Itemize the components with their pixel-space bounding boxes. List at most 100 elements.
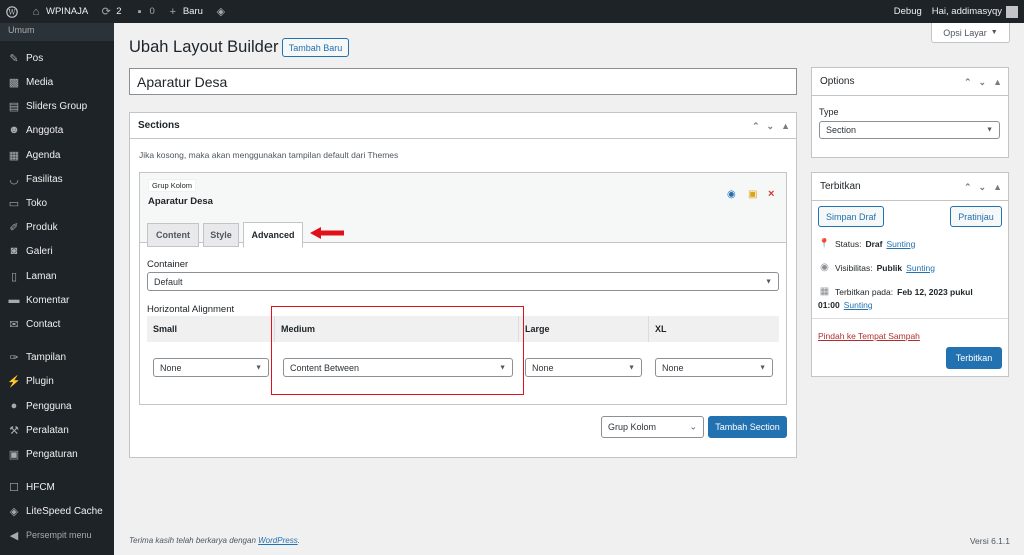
sidebar-item-persempit-menu[interactable]: ◀ Persempit menu — [0, 524, 114, 546]
sidebar-item-produk[interactable]: ✐ Produk — [0, 216, 114, 238]
wordpress-logo-menu[interactable]: W — [0, 0, 24, 23]
publish-on-value: Feb 12, 2023 pukul — [897, 286, 973, 297]
sidebar-item-peralatan[interactable]: ⚒ Peralatan — [0, 419, 114, 441]
divider — [812, 318, 1008, 319]
footer-thanks-text: Terima kasih telah berkarya dengan — [129, 536, 256, 545]
publish-button[interactable]: Terbitkan — [946, 347, 1002, 369]
save-draft-button[interactable]: Simpan Draf — [818, 206, 884, 227]
column-header-xl: XL — [649, 316, 779, 342]
screen-options-button[interactable]: Opsi Layar ▼ — [931, 23, 1010, 43]
tab-style[interactable]: Style — [203, 223, 239, 247]
toggle-panel-icon[interactable]: ▲ — [993, 182, 1002, 192]
sidebar-item-toko[interactable]: ▭ Toko — [0, 192, 114, 214]
sidebar-item-label: Galeri — [26, 245, 53, 257]
sidebar-item-galeri[interactable]: ◙ Galeri — [0, 240, 114, 262]
move-down-icon[interactable]: ⌄ — [979, 77, 987, 88]
sidebar-item-label: Pengaturan — [26, 448, 78, 460]
new-label: Baru — [182, 6, 203, 17]
eye-icon[interactable]: ◉ — [727, 189, 736, 200]
sidebar-item-agenda[interactable]: ▦ Agenda — [0, 144, 114, 166]
sidebar-item-pos[interactable]: ✎ Pos — [0, 47, 114, 69]
delete-icon[interactable]: × — [768, 188, 774, 200]
updates-menu[interactable]: ⟳ 2 — [94, 0, 127, 23]
tab-advanced[interactable]: Advanced — [243, 222, 303, 248]
diamond-icon: ◈ — [216, 5, 226, 18]
caret-down-icon: ▼ — [759, 364, 766, 371]
toggle-panel-icon[interactable]: ▲ — [781, 121, 790, 131]
calendar-icon: ▦ — [8, 149, 20, 162]
sidebar-item-label: Peralatan — [26, 424, 69, 436]
sidebar-item-fasilitas[interactable]: ◡ Fasilitas — [0, 168, 114, 190]
sidebar-item-pengguna[interactable]: ● Pengguna — [0, 395, 114, 417]
large-alignment-select[interactable]: None ▼ — [525, 358, 642, 377]
copy-icon[interactable]: ▣ — [748, 189, 757, 200]
status-row: 📍 Status: Draf Sunting — [818, 238, 915, 249]
sidebar-item-label: Persempit menu — [26, 530, 92, 540]
caret-down-icon: ▼ — [255, 364, 262, 371]
comment-icon: ▬ — [8, 294, 20, 306]
section-name: Aparatur Desa — [148, 196, 213, 207]
account-menu[interactable]: Hai, addimasyqy — [932, 5, 1018, 18]
comments-menu[interactable]: ▪ 0 — [128, 0, 161, 23]
sidebar-item-laman[interactable]: ▯ Laman — [0, 265, 114, 287]
sidebar-item-label: Fasilitas — [26, 173, 63, 185]
sidebar-item-komentar[interactable]: ▬ Komentar — [0, 289, 114, 311]
edit-status-link[interactable]: Sunting — [886, 239, 915, 249]
move-up-icon[interactable]: ⌃ — [964, 77, 972, 88]
add-section-button[interactable]: Tambah Section — [708, 416, 787, 438]
container-select[interactable]: Default ▼ — [147, 272, 779, 291]
chevron-down-icon: ⌄ — [689, 421, 697, 432]
sidebar-item-umum[interactable]: Umum — [0, 23, 114, 41]
edit-visibility-link[interactable]: Sunting — [906, 263, 935, 273]
tab-content[interactable]: Content — [147, 223, 199, 247]
xl-alignment-select[interactable]: None ▼ — [655, 358, 773, 377]
move-up-icon[interactable]: ⌃ — [752, 121, 760, 132]
add-new-button[interactable]: Tambah Baru — [282, 38, 349, 57]
litespeed-menu[interactable]: ◈ — [209, 0, 233, 23]
status-value: Draf — [865, 238, 883, 249]
move-down-icon[interactable]: ⌄ — [767, 121, 775, 132]
sidebar-item-tampilan[interactable]: ✑ Tampilan — [0, 346, 114, 368]
status-label: Status: — [835, 238, 862, 249]
publish-time: 01:00 — [818, 300, 840, 310]
sidebar-item-sliders-group[interactable]: ▤ Sliders Group — [0, 95, 114, 117]
site-name-menu[interactable]: ⌂ WPINAJA — [24, 0, 94, 23]
sidebar-item-media[interactable]: ▩ Media — [0, 71, 114, 93]
settings-icon: ▣ — [8, 448, 20, 461]
trash-link[interactable]: Pindah ke Tempat Sampah — [818, 331, 920, 341]
mail-icon: ✉ — [9, 318, 19, 331]
wordpress-logo-icon: W — [6, 5, 18, 18]
preview-button[interactable]: Pratinjau — [950, 206, 1002, 227]
slides-icon: ▤ — [8, 100, 20, 113]
sidebar-item-contact[interactable]: ✉ Contact — [0, 313, 114, 335]
publish-date-row: ▦ Terbitkan pada: Feb 12, 2023 pukul — [818, 286, 973, 297]
publish-time-row: 01:00 Sunting — [818, 300, 873, 310]
edit-date-link[interactable]: Sunting — [844, 300, 873, 310]
move-up-icon[interactable]: ⌃ — [964, 182, 972, 193]
debug-menu[interactable]: Debug — [894, 6, 922, 17]
wordpress-link[interactable]: WordPress — [258, 536, 298, 545]
type-select[interactable]: Section ▼ — [819, 121, 1000, 139]
new-content-menu[interactable]: + Baru — [161, 0, 209, 23]
comment-icon: ▪ — [137, 5, 142, 18]
group-tag: Grup Kolom — [148, 179, 197, 192]
xl-alignment-value: None — [662, 362, 684, 373]
highlight-box — [271, 306, 524, 395]
caret-down-icon: ▼ — [628, 364, 635, 371]
post-title-input[interactable]: Aparatur Desa — [129, 68, 797, 95]
toggle-panel-icon[interactable]: ▲ — [993, 77, 1002, 87]
sidebar-item-plugin[interactable]: ⚡ Plugin — [0, 370, 114, 392]
move-down-icon[interactable]: ⌄ — [979, 182, 987, 193]
sidebar-item-hfcm[interactable]: ☐ HFCM — [0, 476, 114, 498]
small-alignment-select[interactable]: None ▼ — [153, 358, 269, 377]
site-name: WPINAJA — [46, 6, 89, 17]
group-type-select[interactable]: Grup Kolom ⌄ — [601, 416, 704, 438]
page-icon: ▯ — [10, 270, 18, 283]
sidebar-item-label: Produk — [26, 221, 58, 233]
screen-options-label: Opsi Layar — [943, 27, 987, 38]
sidebar-item-anggota[interactable]: ☻ Anggota — [0, 119, 114, 141]
sidebar-item-litespeed-cache[interactable]: ◈ LiteSpeed Cache — [0, 500, 114, 522]
collapse-icon: ◀ — [9, 529, 19, 542]
sidebar-item-label: Sliders Group — [26, 100, 88, 112]
sidebar-item-pengaturan[interactable]: ▣ Pengaturan — [0, 443, 114, 465]
